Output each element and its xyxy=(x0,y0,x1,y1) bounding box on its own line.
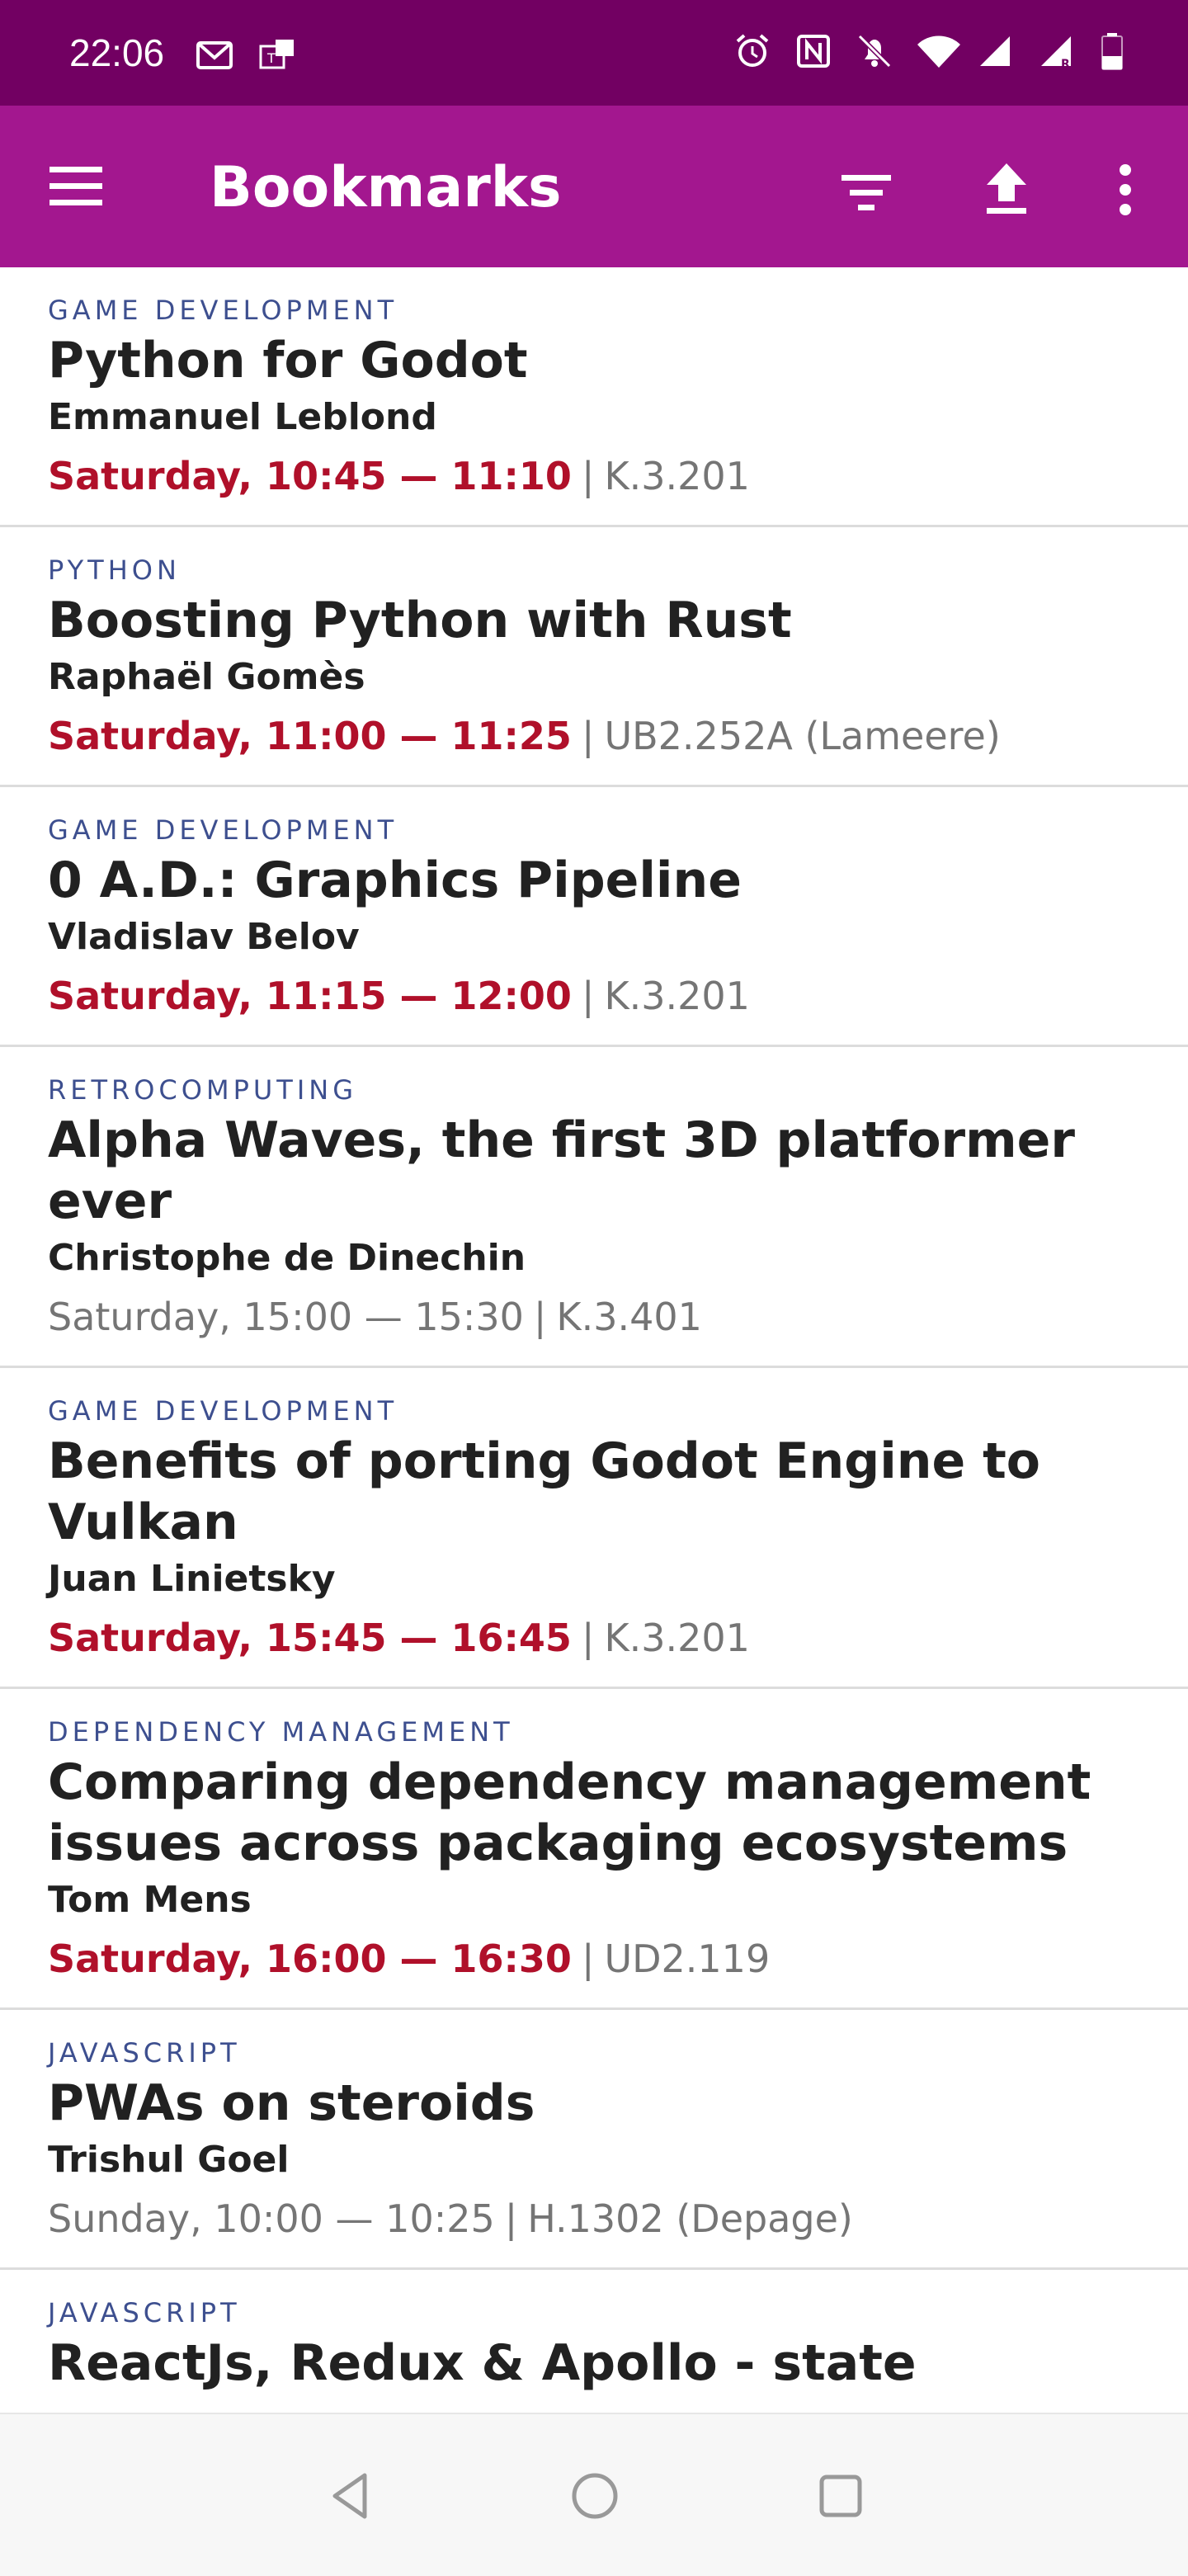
speaker-name: Juan Linietsky xyxy=(48,1558,336,1600)
speaker-name: Emmanuel Leblond xyxy=(48,396,437,438)
track-label: JAVASCRIPT xyxy=(48,2297,241,2328)
talk-time: Saturday, 10:45 — 11:10 xyxy=(48,454,572,498)
battery-icon xyxy=(1099,31,1138,71)
talk-title: 0 A.D.: Graphics Pipeline xyxy=(48,852,742,909)
bookmark-item[interactable]: JAVASCRIPT ReactJs, Redux & Apollo - stat… xyxy=(0,2270,1188,2413)
room-label: K.3.401 xyxy=(556,1295,702,1339)
home-icon xyxy=(572,2473,618,2519)
separator: | xyxy=(581,1937,595,1981)
schedule-line: Saturday, 15:00 — 15:30 | K.3.401 xyxy=(48,1290,1155,1344)
talk-title: Python for Godot xyxy=(48,332,528,389)
room-label: K.3.201 xyxy=(604,1616,750,1660)
track-label: GAME DEVELOPMENT xyxy=(48,814,398,846)
separator: | xyxy=(581,1616,595,1660)
talk-time: Saturday, 15:00 — 15:30 xyxy=(48,1295,524,1339)
nav-back-button[interactable] xyxy=(323,2467,381,2525)
speaker-name: Trishul Goel xyxy=(48,2139,290,2181)
separator: | xyxy=(504,2196,518,2241)
filter-icon xyxy=(842,175,891,210)
schedule-line: Saturday, 11:15 — 12:00 | K.3.201 xyxy=(48,969,1155,1023)
recents-icon xyxy=(819,2475,862,2517)
track-label: DEPENDENCY MANAGEMENT xyxy=(48,1716,514,1748)
nav-recents-button[interactable] xyxy=(812,2467,870,2525)
menu-button[interactable] xyxy=(45,157,107,216)
filter-button[interactable] xyxy=(833,160,899,226)
svg-text:T: T xyxy=(266,50,276,66)
bookmark-item[interactable]: GAME DEVELOPMENT Python for Godot Emmanuel… xyxy=(0,267,1188,527)
talk-time: Saturday, 11:00 — 11:25 xyxy=(48,714,572,758)
bookmark-item[interactable]: PYTHON Boosting Python with Rust Raphaël G… xyxy=(0,527,1188,787)
speaker-name: Vladislav Belov xyxy=(48,916,360,958)
schedule-line: Saturday, 11:00 — 11:25 | UB2.252A (Lameer… xyxy=(48,709,1155,763)
talk-title: PWAs on steroids xyxy=(48,2074,535,2132)
app-bar: Bookmarks xyxy=(0,106,1188,267)
bookmark-item[interactable]: DEPENDENCY MANAGEMENT Comparing dependenc… xyxy=(0,1689,1188,2010)
room-label: UD2.119 xyxy=(604,1937,771,1981)
separator: | xyxy=(533,1295,547,1339)
room-label: K.3.201 xyxy=(604,454,750,498)
alarm-icon xyxy=(733,31,772,71)
talk-title: ReactJs, Redux & Apollo - state xyxy=(48,2334,917,2392)
navigation-bar xyxy=(0,2413,1188,2576)
talk-time: Saturday, 11:15 — 12:00 xyxy=(48,974,572,1018)
room-label: H.1302 (Depage) xyxy=(527,2196,853,2241)
track-label: RETROCOMPUTING xyxy=(48,1074,357,1106)
room-label: UB2.252A (Lameere) xyxy=(604,714,1001,758)
room-label: K.3.201 xyxy=(604,974,750,1018)
bookmark-item[interactable]: JAVASCRIPT PWAs on steroids Trishul Goel Su… xyxy=(0,2010,1188,2270)
page-title: Bookmarks xyxy=(210,155,562,220)
bookmark-item[interactable]: GAME DEVELOPMENT Benefits of porting Godo… xyxy=(0,1368,1188,1689)
more-vert-icon xyxy=(1120,164,1131,215)
talk-title: Benefits of porting Godot Engine to Vulk… xyxy=(48,1432,1040,1551)
talk-time: Saturday, 16:00 — 16:30 xyxy=(48,1937,572,1981)
schedule-line: Saturday, 16:00 — 16:30 | UD2.119 xyxy=(48,1932,1155,1986)
signal-icon xyxy=(977,31,1016,71)
upload-icon xyxy=(987,163,1026,214)
track-label: GAME DEVELOPMENT xyxy=(48,1395,398,1427)
export-button[interactable] xyxy=(974,157,1040,223)
track-label: PYTHON xyxy=(48,554,181,586)
bookmark-item[interactable]: GAME DEVELOPMENT 0 A.D.: Graphics Pipelin… xyxy=(0,787,1188,1047)
separator: | xyxy=(581,714,595,758)
bell-off-icon xyxy=(855,31,894,71)
speaker-name: Christophe de Dinechin xyxy=(48,1237,526,1279)
talk-time: Saturday, 15:45 — 16:45 xyxy=(48,1616,572,1660)
signal-roaming-icon: R xyxy=(1038,31,1077,71)
separator: | xyxy=(581,974,595,1018)
talk-title: Alpha Waves, the first 3D platformer eve… xyxy=(48,1111,1075,1230)
schedule-line: Sunday, 10:00 — 10:25 | H.1302 (Depage) xyxy=(48,2191,1155,2246)
speaker-name: Tom Mens xyxy=(48,1879,252,1921)
wifi-icon xyxy=(916,31,960,71)
talk-title: Comparing dependency management issues a… xyxy=(48,1753,1091,1872)
schedule-line: Saturday, 15:45 — 16:45 | K.3.201 xyxy=(48,1611,1155,1665)
bookmarks-list[interactable]: GAME DEVELOPMENT Python for Godot Emmanuel… xyxy=(0,267,1188,2413)
back-icon xyxy=(332,2473,367,2519)
track-label: JAVASCRIPT xyxy=(48,2037,241,2069)
track-label: GAME DEVELOPMENT xyxy=(48,295,398,326)
gmail-icon xyxy=(195,35,234,74)
separator: | xyxy=(581,454,595,498)
nfc-icon xyxy=(794,31,833,71)
svg-text:R: R xyxy=(1061,58,1070,71)
speaker-name: Raphaël Gomès xyxy=(48,656,365,698)
status-time: 22:06 xyxy=(69,31,165,74)
bookmark-item[interactable]: RETROCOMPUTING Alpha Waves, the first 3D … xyxy=(0,1047,1188,1368)
more-options-button[interactable] xyxy=(1101,157,1150,223)
schedule-line: Saturday, 10:45 — 11:10 | K.3.201 xyxy=(48,449,1155,503)
talk-title: Boosting Python with Rust xyxy=(48,592,792,649)
nav-home-button[interactable] xyxy=(566,2467,624,2525)
talk-time: Sunday, 10:00 — 10:25 xyxy=(48,2196,495,2241)
t-notification-icon: T xyxy=(257,35,297,74)
status-bar: 22:06 T R xyxy=(0,0,1188,106)
menu-icon xyxy=(50,167,102,205)
